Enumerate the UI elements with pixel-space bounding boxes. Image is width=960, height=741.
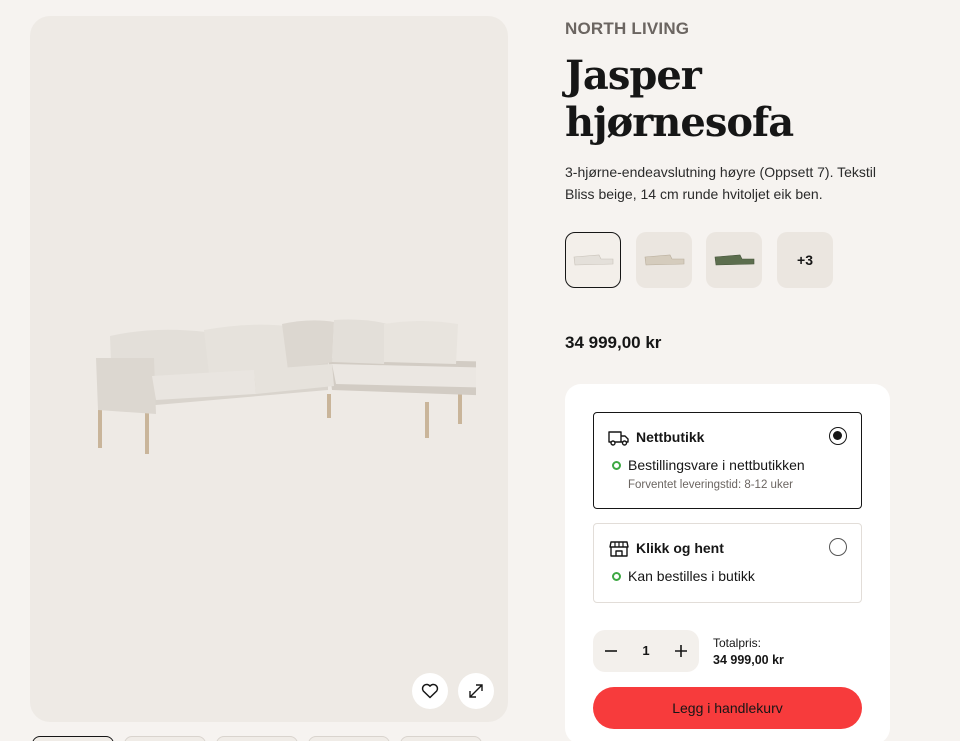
delivery-option-online[interactable]: Nettbutikk Bestillingsvare i nettbutikke…	[593, 412, 862, 509]
purchase-panel: Nettbutikk Bestillingsvare i nettbutikke…	[565, 384, 890, 741]
sofa-variant-icon	[573, 254, 614, 266]
heart-icon	[421, 683, 439, 699]
sofa-variant-icon	[644, 254, 685, 266]
in-stock-dot-icon	[612, 572, 621, 581]
minus-icon	[605, 650, 617, 652]
total-price-value: 34 999,00 kr	[713, 653, 784, 667]
total-price-label: Totalpris:	[713, 636, 762, 650]
expand-icon	[469, 684, 483, 698]
corner-sofa-image	[96, 319, 476, 454]
truck-icon	[608, 431, 629, 446]
variant-swatch-1[interactable]	[565, 232, 621, 288]
product-gallery	[30, 16, 508, 722]
delivery-option-title: Klikk og hent	[636, 540, 724, 556]
radio-selected[interactable]	[829, 427, 847, 445]
store-icon	[609, 541, 629, 557]
add-to-cart-button[interactable]: Legg i handlekurv	[593, 687, 862, 729]
quantity-value[interactable]: 1	[631, 630, 661, 672]
gallery-thumbnail[interactable]	[124, 736, 206, 741]
product-description: 3-hjørne-endeavslutning høyre (Oppsett 7…	[565, 164, 876, 202]
delivery-time: Forventet leveringstid: 8-12 uker	[628, 479, 793, 491]
gallery-thumbnail[interactable]	[216, 736, 298, 741]
brand-name[interactable]: NORTH LIVING	[565, 19, 689, 39]
availability-status: Kan bestilles i butikk	[628, 568, 755, 584]
in-stock-dot-icon	[612, 461, 621, 470]
gallery-thumbnail-strip	[30, 734, 508, 741]
product-title: Jasper hjørnesofa	[565, 52, 794, 146]
plus-icon	[675, 645, 687, 657]
variant-swatch-3[interactable]	[706, 232, 762, 288]
gallery-thumbnail[interactable]	[32, 736, 114, 741]
delivery-option-title: Nettbutikk	[636, 429, 705, 445]
fullscreen-button[interactable]	[458, 673, 494, 709]
product-price: 34 999,00 kr	[565, 333, 662, 352]
radio-dot	[833, 431, 842, 440]
quantity-stepper: 1	[593, 630, 699, 672]
sofa-variant-icon	[714, 254, 755, 266]
more-variants-button[interactable]: +3	[777, 232, 833, 288]
gallery-thumbnail[interactable]	[308, 736, 390, 741]
availability-status: Bestillingsvare i nettbutikken	[628, 457, 805, 473]
increase-quantity-button[interactable]	[663, 630, 699, 672]
gallery-thumbnail[interactable]	[400, 736, 482, 741]
variant-swatch-2[interactable]	[636, 232, 692, 288]
favorite-button[interactable]	[412, 673, 448, 709]
decrease-quantity-button[interactable]	[593, 630, 629, 672]
radio-unselected[interactable]	[829, 538, 847, 556]
delivery-option-pickup[interactable]: Klikk og hent Kan bestilles i butikk	[593, 523, 862, 603]
